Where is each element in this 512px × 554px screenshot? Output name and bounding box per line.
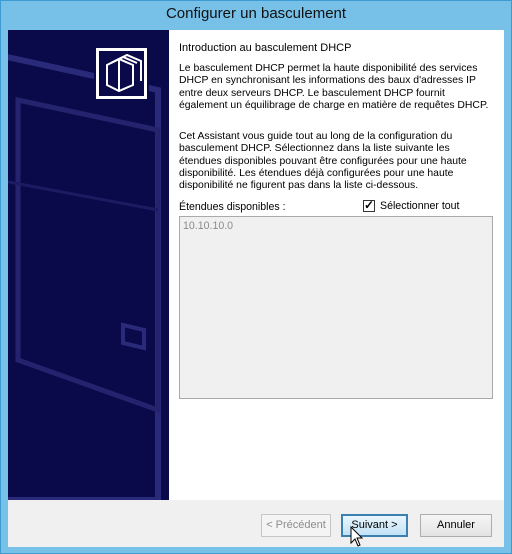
list-item[interactable]: 10.10.10.0: [180, 217, 492, 235]
intro-paragraph: Le basculement DHCP permet la haute disp…: [179, 63, 489, 111]
wizard-banner: [8, 30, 169, 500]
select-all-label[interactable]: Sélectionner tout: [380, 200, 460, 212]
scopes-list[interactable]: 10.10.10.0: [179, 216, 493, 399]
select-all-checkbox[interactable]: ✓ Sélectionner tout: [363, 198, 460, 212]
mouse-pointer-icon: [350, 526, 364, 547]
cancel-button[interactable]: Annuler: [420, 514, 492, 537]
wizard-window: Configurer un basculement Introduction a…: [0, 0, 512, 554]
scopes-label: Étendues disponibles :: [179, 201, 286, 213]
wizard-content: Introduction au basculement DHCP Le basc…: [169, 30, 504, 500]
checkmark-icon: ✓: [364, 198, 375, 212]
window-title: Configurer un basculement: [1, 1, 511, 27]
instructions-paragraph: Cet Assistant vous guide tout au long de…: [179, 131, 467, 192]
wizard-client-area: Introduction au basculement DHCP Le basc…: [8, 30, 504, 547]
previous-button[interactable]: < Précédent: [261, 514, 331, 537]
page-heading: Introduction au basculement DHCP: [179, 42, 352, 54]
checkbox-box[interactable]: ✓: [363, 198, 375, 212]
folder-stack-icon: [94, 46, 149, 101]
